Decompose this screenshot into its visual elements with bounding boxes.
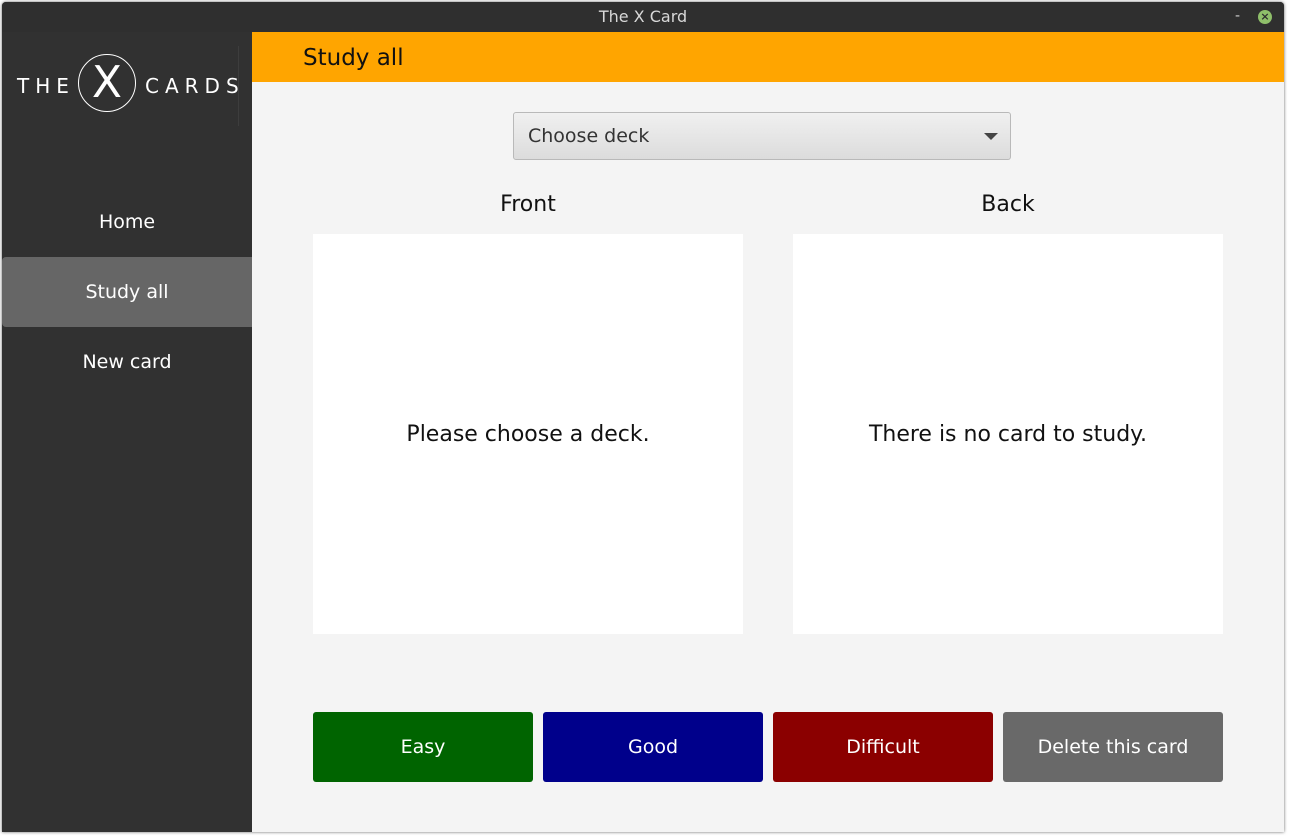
app-logo: THE X CARDS [14,52,239,116]
back-card: There is no card to study. [793,234,1223,634]
logo-divider [238,46,239,126]
caret-down-icon [984,133,998,140]
delete-card-button[interactable]: Delete this card [1003,712,1223,782]
good-button[interactable]: Good [543,712,763,782]
page-header: Study all [252,32,1284,82]
title-bar: The X Card - × [2,2,1284,32]
logo-right-word: CARDS [145,74,245,98]
front-card-text: Please choose a deck. [406,421,650,447]
sidebar-item-home[interactable]: Home [2,187,252,257]
deck-select-value: Choose deck [528,125,650,147]
front-card: Please choose a deck. [313,234,743,634]
window-title: The X Card [598,7,688,26]
deck-select[interactable]: Choose deck [513,112,1011,160]
back-card-text: There is no card to study. [868,421,1148,447]
difficult-button[interactable]: Difficult [773,712,993,782]
minimize-icon[interactable]: - [1235,2,1240,32]
easy-button[interactable]: Easy [313,712,533,782]
close-icon[interactable]: × [1258,10,1272,24]
back-heading: Back [981,192,1035,217]
sidebar-item-new-card[interactable]: New card [2,327,252,397]
app-window: The X Card - × THE X CARDS Home Study al… [2,2,1284,832]
page-title: Study all [303,45,404,71]
main-content: Study all Choose deck Front Back Please … [252,32,1284,832]
front-heading: Front [500,192,556,217]
sidebar: THE X CARDS Home Study all New card [2,32,252,832]
logo-left-word: THE [17,74,75,98]
logo-x-mark: X [78,54,136,112]
sidebar-item-study-all[interactable]: Study all [2,257,252,327]
